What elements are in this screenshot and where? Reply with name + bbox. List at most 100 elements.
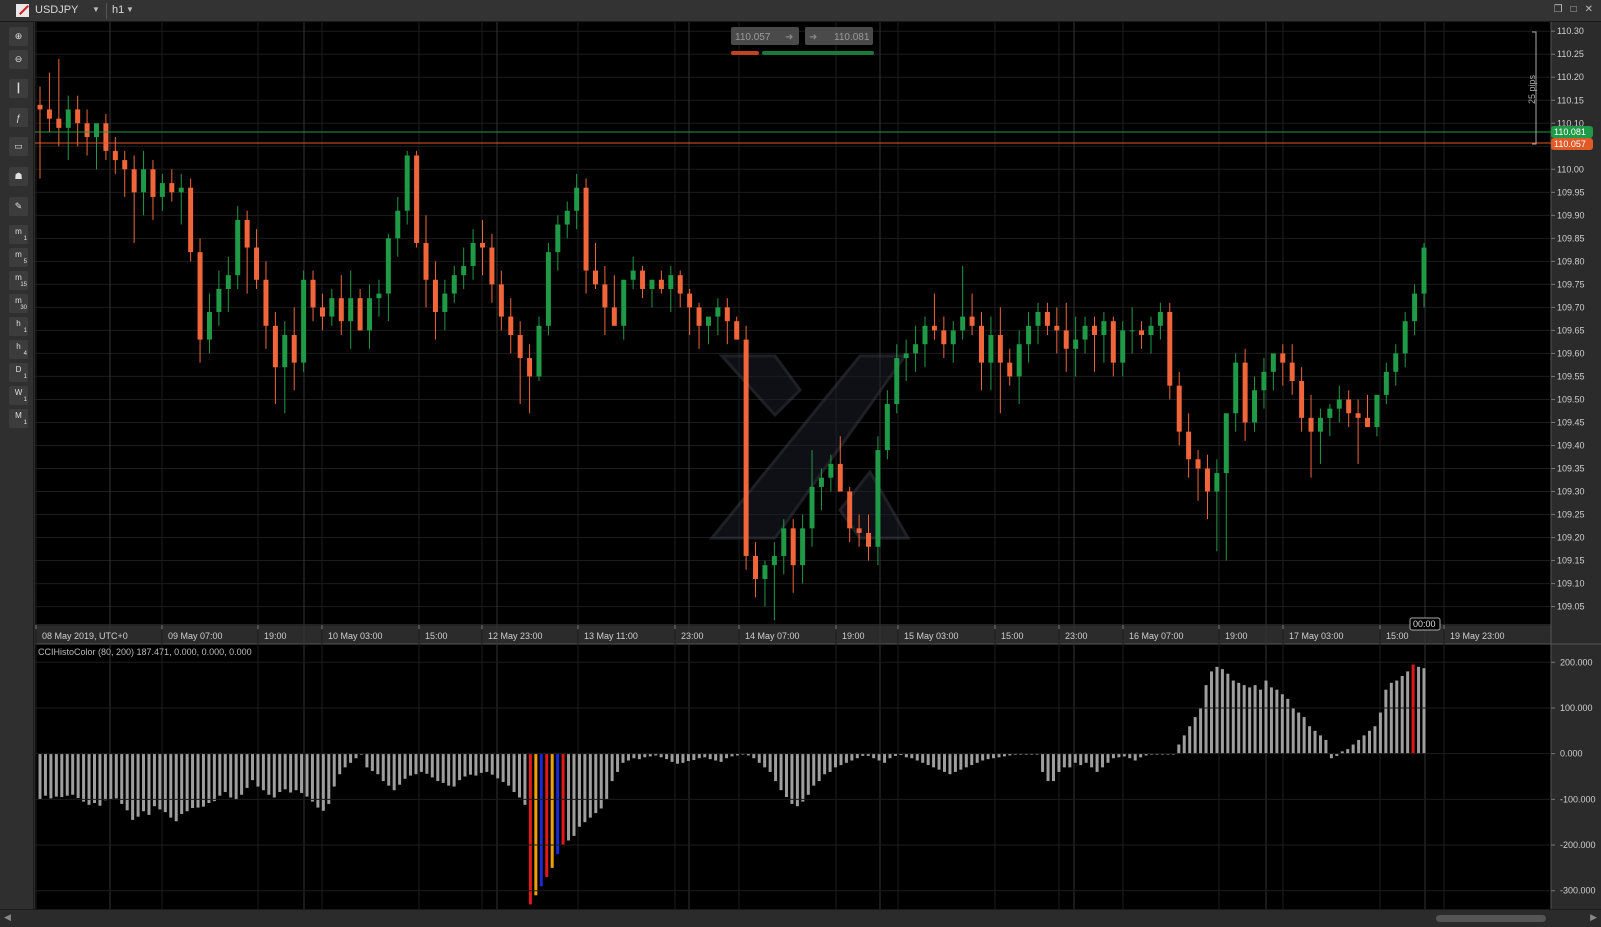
cci-bar: [1090, 753, 1094, 768]
cci-bar: [240, 753, 244, 795]
cci-bar: [959, 753, 963, 770]
scrollbar-thumb[interactable]: [1436, 915, 1546, 922]
cci-bar: [180, 753, 184, 814]
candle-body: [903, 353, 909, 359]
candle-body: [743, 339, 749, 556]
cci-bar: [599, 753, 603, 809]
cci-bar: [1351, 744, 1355, 754]
candle-body: [555, 224, 561, 253]
candle-body: [1063, 330, 1069, 349]
scroll-left-icon[interactable]: ◀: [4, 912, 11, 923]
candle-body: [734, 321, 740, 340]
candle-body: [913, 344, 919, 354]
cci-bar: [452, 753, 456, 787]
cci-bar: [632, 753, 636, 759]
candle-body: [1120, 330, 1126, 363]
cci-bar: [1318, 735, 1322, 754]
cci-bar: [321, 753, 325, 811]
candle-body: [668, 275, 674, 289]
cci-bar: [757, 753, 761, 763]
candle-body: [875, 450, 881, 547]
candle-body: [1204, 468, 1210, 492]
candle-body: [960, 316, 966, 331]
cci-bar: [1417, 666, 1421, 754]
cci-bar: [1291, 707, 1295, 754]
buy-price: 110.081: [834, 32, 870, 43]
cci-bar: [1406, 671, 1410, 754]
cci-bar: [212, 753, 216, 802]
cci-bar: [163, 753, 167, 813]
candle-body: [800, 528, 806, 566]
candle-body: [715, 307, 721, 317]
price-tick-label: 109.20: [1557, 533, 1585, 543]
candle-body: [527, 358, 533, 377]
cci-bar: [670, 753, 674, 762]
indicator-tick-label: 100.000: [1560, 703, 1593, 713]
time-tick-label: 23:00: [681, 631, 704, 641]
candle-body: [1299, 381, 1305, 418]
candle-body: [103, 123, 109, 151]
cci-bar: [665, 753, 669, 760]
cci-bar: [806, 753, 810, 795]
time-scale[interactable]: 08 May 2019, UTC+0 09 May 07:00 19:00 10 Ma…: [35, 625, 1505, 641]
cci-bar: [147, 753, 151, 815]
candle-body: [432, 279, 438, 312]
candle-body: [37, 104, 43, 110]
cci-bar: [131, 753, 135, 820]
candle-body: [611, 307, 617, 326]
cci-bar: [332, 753, 336, 787]
cci-bar: [223, 753, 227, 793]
candle-body: [141, 169, 147, 193]
candle-body: [442, 293, 448, 312]
price-tick-label: 109.15: [1557, 556, 1585, 566]
candle-body: [1223, 413, 1229, 474]
cci-bar: [98, 753, 102, 806]
candle-body: [781, 528, 787, 556]
candle-body: [978, 325, 984, 363]
cci-bar: [1302, 717, 1306, 754]
candle-body: [1139, 330, 1145, 336]
time-tick-label: 15:00: [1001, 631, 1024, 641]
candle-body: [1308, 417, 1314, 432]
scroll-right-icon[interactable]: ▶: [1590, 912, 1597, 923]
candle-body: [931, 325, 937, 331]
cci-bar: [289, 753, 293, 793]
horizontal-scrollbar[interactable]: ◀ ▶: [0, 909, 1601, 927]
cci-bar: [708, 753, 712, 760]
candle-body: [206, 311, 212, 340]
price-scale[interactable]: 110.30110.25110.20110.15110.10110.05110.…: [1551, 26, 1585, 612]
cci-bar: [60, 753, 64, 798]
cci-bar: [152, 753, 156, 807]
cci-bar: [801, 753, 805, 802]
cci-bar: [610, 753, 614, 782]
candle-body: [310, 279, 316, 308]
indicator-title[interactable]: CCIHistoColor (80, 200) 187.471, 0.000, …: [38, 647, 252, 657]
indicator-tick-label: -200.000: [1560, 840, 1596, 850]
candle-body: [131, 169, 137, 193]
cci-bar: [1220, 669, 1224, 754]
cci-bar: [572, 753, 576, 836]
cci-bar: [812, 753, 816, 786]
cci-bar: [588, 753, 592, 818]
candle-body: [837, 463, 843, 492]
buy-arrow-icon: ➜: [809, 32, 817, 43]
cci-bar: [550, 753, 554, 868]
candle-body: [592, 270, 598, 285]
time-tick-label: 16 May 07:00: [1129, 631, 1184, 641]
cci-bar: [774, 753, 778, 782]
cci-bar: [376, 753, 380, 775]
candle-body: [46, 109, 52, 119]
chart-canvas[interactable]: 110.057 ➜ ➜ 110.081 110.30 110.25 110.20 11…: [0, 0, 1601, 909]
candle-body: [630, 270, 636, 280]
cci-bar: [621, 753, 625, 763]
cci-bar: [300, 753, 304, 793]
candle-body: [84, 123, 90, 138]
candle-body: [1035, 311, 1041, 326]
cci-bar: [1373, 726, 1377, 754]
cci-bar: [1286, 698, 1290, 754]
price-tick-label: 109.55: [1557, 371, 1585, 381]
cci-bar: [904, 753, 908, 758]
cci-bar: [1253, 685, 1257, 754]
cci-bar: [937, 753, 941, 770]
candle-body: [404, 155, 410, 211]
